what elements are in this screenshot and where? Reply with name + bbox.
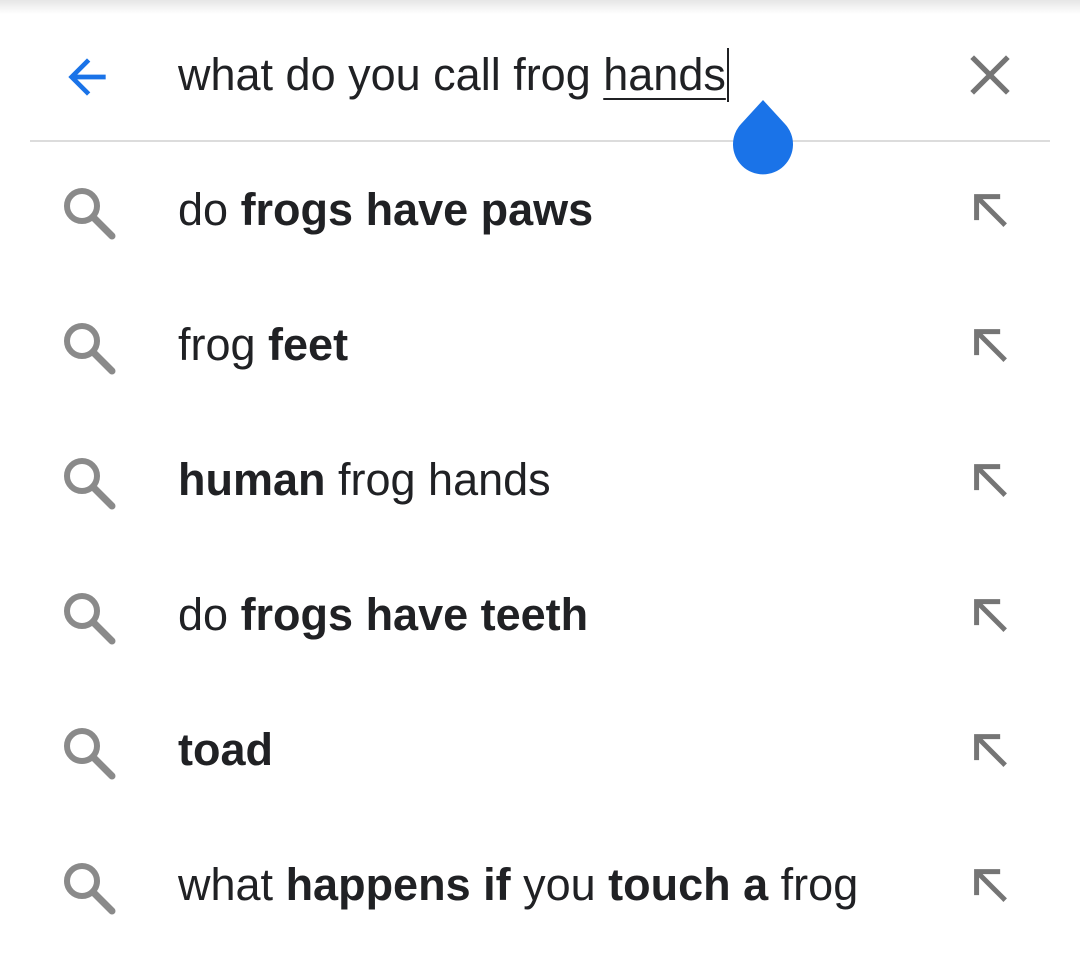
suggestion-item[interactable]: toad <box>0 682 1080 817</box>
suggestion-text-bold: human <box>178 454 326 505</box>
clear-button[interactable] <box>955 40 1025 110</box>
fill-query-button[interactable] <box>955 310 1025 380</box>
close-icon <box>970 55 1010 95</box>
suggestion-text: toad <box>178 682 273 817</box>
suggestion-text: do frogs have paws <box>178 142 593 277</box>
suggestion-text-plain: do <box>178 589 241 640</box>
suggestion-text: frog feet <box>178 277 348 412</box>
fill-query-button[interactable] <box>955 715 1025 785</box>
back-button[interactable] <box>52 42 122 112</box>
search-icon <box>64 323 116 375</box>
suggestion-text: do frogs have teeth <box>178 547 588 682</box>
query-composing-word: hands <box>603 49 726 100</box>
arrow-up-left-icon <box>974 329 1007 362</box>
suggestion-text-bold: frogs have paws <box>240 184 594 235</box>
suggestion-text-plain: do <box>178 184 241 235</box>
suggestion-text-bold: happens if <box>285 859 511 910</box>
arrow-up-left-icon <box>974 599 1007 632</box>
search-icon <box>64 593 116 645</box>
suggestion-text-plain: what <box>178 859 286 910</box>
arrow-back-icon <box>68 58 106 96</box>
fill-query-button[interactable] <box>955 175 1025 245</box>
suggestion-text-plain: frog <box>178 319 269 370</box>
arrow-up-left-icon <box>974 464 1007 497</box>
suggestion-item[interactable]: what happens if you touch a frog <box>0 817 1080 952</box>
search-icon <box>64 188 116 240</box>
suggestion-item[interactable]: do frogs have teeth <box>0 547 1080 682</box>
arrow-up-left-icon <box>974 194 1007 227</box>
search-icon <box>64 863 116 915</box>
query-text: what do you call frog <box>178 49 604 100</box>
search-bar: what do you call frog hands <box>0 0 1080 142</box>
suggestion-text: human frog hands <box>178 412 551 547</box>
suggestion-item[interactable]: frog feet <box>0 277 1080 412</box>
suggestion-text-bold: frogs have teeth <box>240 589 589 640</box>
suggestion-item[interactable]: do frogs have paws <box>0 142 1080 277</box>
suggestion-text-bold: toad <box>178 724 273 775</box>
suggestion-text: what happens if you touch a frog <box>178 817 858 952</box>
fill-query-button[interactable] <box>955 850 1025 920</box>
search-icon <box>64 728 116 780</box>
suggestion-item[interactable]: human frog hands <box>0 412 1080 547</box>
search-input[interactable]: what do you call frog hands <box>178 40 729 110</box>
fill-query-button[interactable] <box>955 445 1025 515</box>
fill-query-button[interactable] <box>955 580 1025 650</box>
suggestion-text-plain: frog hands <box>325 454 551 505</box>
suggestion-text-plain: you <box>510 859 609 910</box>
text-caret <box>726 48 729 102</box>
search-icon <box>64 458 116 510</box>
suggestion-text-plain: frog <box>768 859 859 910</box>
suggestion-text-bold: touch a <box>608 859 769 910</box>
arrow-up-left-icon <box>974 734 1007 767</box>
suggestion-text-bold: feet <box>268 319 349 370</box>
suggestion-list: do frogs have paws frog feet human frog ha… <box>0 142 1080 952</box>
arrow-up-left-icon <box>974 869 1007 902</box>
